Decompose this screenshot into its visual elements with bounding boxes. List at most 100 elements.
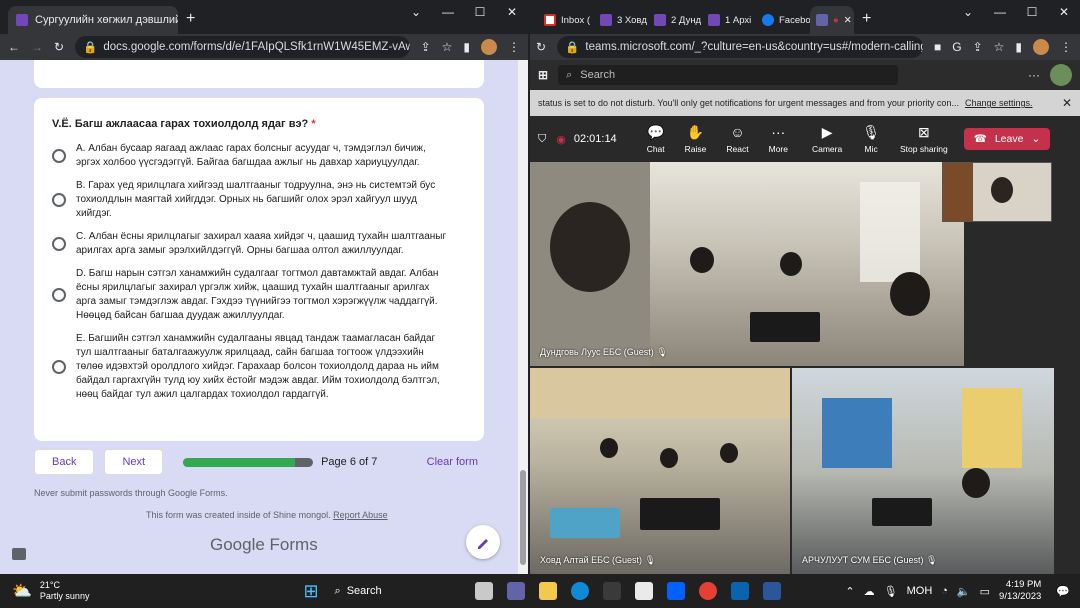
close-banner-icon[interactable]: ✕ [1062,96,1072,110]
chat-button[interactable]: 💬 Chat [647,124,665,154]
mic-button[interactable]: 🎙 Mic [862,124,880,154]
phone-hangup-icon: ☎ [973,133,987,145]
mail-icon[interactable] [730,582,749,600]
video-tile-archuluut[interactable]: АРЧУЛУУТ СУМ ЕБС (Guest) 🎙 [792,368,1054,574]
radio-button[interactable] [52,193,66,207]
person-head [780,252,802,276]
share-icon[interactable]: ⇪ [973,40,983,54]
minimize-button[interactable]: — [432,0,464,24]
sidepanel-icon[interactable]: ▮ [463,40,470,54]
camera-button[interactable]: ▶ Camera [812,124,842,154]
google-icon[interactable]: G [952,40,961,54]
feedback-icon[interactable] [12,548,26,560]
taskbar-search[interactable]: ⌕ Search [335,585,475,598]
tab-forms[interactable]: Сургуулийн хөгжил дэвшлийн с ✕ [8,6,178,34]
wifi-icon[interactable]: ◔ [941,585,948,597]
edge-icon[interactable] [570,582,589,600]
camera-indicator-icon[interactable]: ■ [934,40,941,54]
change-settings-link[interactable]: Change settings. [965,98,1033,108]
more-options-icon[interactable]: ··· [1028,68,1040,82]
teams-avatar[interactable] [1050,64,1072,86]
tab-facebook[interactable]: Facebo [756,6,810,34]
report-abuse-link[interactable]: Report Abuse [333,510,388,520]
tab-arkh[interactable]: 1 Архі [702,6,756,34]
chevron-up-icon[interactable]: ⌃ [845,585,854,598]
weather-icon[interactable]: ⛅ [12,581,32,601]
leave-button[interactable]: ☎ Leave ⌄ [963,128,1051,150]
url-field[interactable]: 🔒 docs.google.com/forms/d/e/1FAIpQLSfk1r… [75,36,410,58]
next-button[interactable]: Next [104,449,164,475]
maximize-button[interactable]: ☐ [464,0,496,24]
stop-sharing-button[interactable]: ⊠ Stop sharing [900,124,948,154]
close-icon[interactable]: ✕ [844,15,852,26]
back-button[interactable]: Back [34,449,95,475]
person-head [600,438,618,458]
option-b[interactable]: В. Гарах үед ярилцлага хийгээд шалтгааны… [52,179,466,221]
page-scrollbar[interactable] [518,60,528,574]
tab-dund[interactable]: 2 Дунд [648,6,702,34]
video-tile-dundgovi[interactable]: Дундговь Луус ЕБС (Guest) 🎙 [530,162,964,366]
radio-button[interactable] [52,237,66,251]
option-a[interactable]: А. Албан бусаар яагаад ажлаас гарах болс… [52,142,466,170]
weather-widget[interactable]: 21°C Partly sunny [40,580,90,602]
participant-name: АРЧУЛУУТ СУМ ЕБС (Guest) 🎙 [802,555,938,565]
language-indicator[interactable]: МОН [907,585,933,597]
tab-khovd[interactable]: 3 Ховд [594,6,648,34]
option-d[interactable]: D. Багш нарын сэтгэл ханамжийн судалгааг… [52,267,466,323]
battery-icon[interactable]: ▭ [980,585,990,598]
edit-fab[interactable] [466,525,500,559]
file-explorer-icon[interactable] [538,582,557,600]
back-arrow-icon[interactable]: ← [8,40,20,54]
menu-icon[interactable]: ⋮ [1060,40,1072,54]
option-c[interactable]: С. Албан ёсны ярилцлагыг захирал хааяа х… [52,230,466,258]
task-view-icon[interactable] [474,582,493,600]
url-field[interactable]: 🔒 teams.microsoft.com/_?culture=en-us&co… [557,36,923,58]
dropbox-icon[interactable] [666,582,685,600]
notification-icon[interactable]: 💬 [1056,585,1070,598]
profile-avatar[interactable] [481,39,497,55]
close-window-button[interactable]: ✕ [1048,0,1080,24]
maximize-button[interactable]: ☐ [1016,0,1048,24]
mic-tray-icon[interactable]: 🎙 [884,585,898,598]
tab-gmail[interactable]: Inbox ( [538,6,594,34]
radio-button[interactable] [52,288,66,302]
forward-arrow-icon[interactable]: → [31,40,43,54]
teams-search[interactable]: ⌕ Search [558,65,899,85]
sidepanel-icon[interactable]: ▮ [1015,40,1022,54]
raise-hand-button[interactable]: ✋ Raise [685,124,707,154]
self-view-tile[interactable] [942,162,1052,222]
app-icon[interactable] [634,582,653,600]
tab-search-icon[interactable]: ⌄ [952,0,984,24]
star-icon[interactable]: ☆ [994,40,1005,54]
scroll-thumb[interactable] [520,470,526,565]
clock[interactable]: 4:19 PM 9/13/2023 [999,579,1041,603]
close-window-button[interactable]: ✕ [496,0,528,24]
new-tab-button[interactable]: + [186,10,195,28]
store-icon[interactable] [602,582,621,600]
search-icon: ⌕ [566,68,573,81]
radio-button[interactable] [52,360,66,374]
reload-icon[interactable]: ↻ [536,40,546,54]
radio-button[interactable] [52,149,66,163]
chevron-down-icon[interactable]: ⌄ [1031,133,1040,145]
menu-icon[interactable]: ⋮ [508,40,520,54]
minimize-button[interactable]: — [984,0,1016,24]
new-tab-button[interactable]: + [862,10,871,28]
tab-search-icon[interactable]: ⌄ [400,0,432,24]
star-icon[interactable]: ☆ [442,40,453,54]
chrome-icon[interactable] [698,582,717,600]
share-icon[interactable]: ⇪ [421,40,431,54]
word-icon[interactable] [762,582,781,600]
profile-avatar[interactable] [1033,39,1049,55]
clear-form-button[interactable]: Clear form [427,456,478,468]
reload-icon[interactable]: ↻ [54,40,64,54]
cloud-icon[interactable]: ☁ [864,585,875,598]
teams-chat-icon[interactable] [506,582,525,600]
more-button[interactable]: ··· More [769,124,788,154]
react-button[interactable]: ☺ React [726,124,748,154]
start-button[interactable]: ⊞ [303,581,318,602]
volume-icon[interactable]: 🔈 [957,585,971,598]
tab-teams[interactable]: ● ✕ [810,6,854,34]
option-e[interactable]: Е. Багшийн сэтгэл ханамжийн судалгааны я… [52,332,466,402]
video-tile-khovd[interactable]: Ховд Алтай ЕБС (Guest) 🎙 [530,368,790,574]
